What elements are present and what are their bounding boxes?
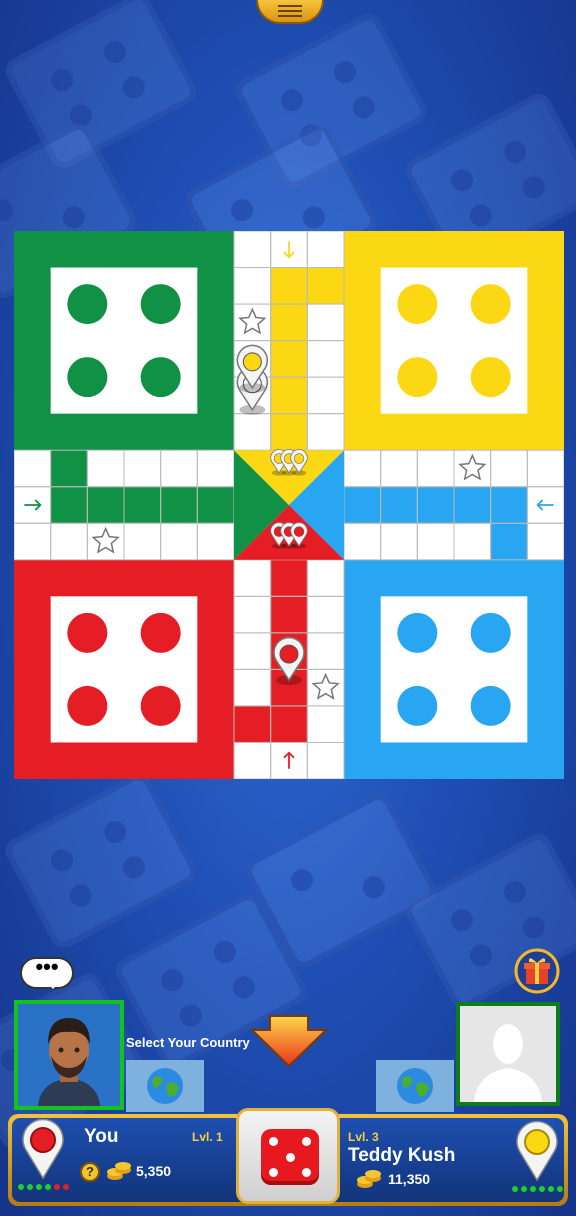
blue-home-piece[interactable]	[397, 685, 438, 726]
green-home-yard	[50, 267, 198, 414]
yellow-path-cell	[307, 267, 344, 305]
yellow-path-cell	[270, 304, 308, 341]
life-dot	[45, 1184, 51, 1190]
yellow-path-cell	[270, 267, 308, 305]
life-dot	[530, 1186, 536, 1192]
blue-path-cell	[417, 486, 454, 524]
left-player-coins: 5,350	[136, 1163, 172, 1179]
life-dot	[18, 1184, 24, 1190]
right-player-level: Lvl. 3	[348, 1130, 379, 1144]
left-player-level: Lvl. 1	[192, 1130, 223, 1144]
dice-icon	[261, 1129, 319, 1185]
blue-home-piece[interactable]	[470, 612, 511, 653]
yellow-path-cell	[270, 377, 308, 414]
green-path-cell	[50, 486, 88, 524]
yellow-home-piece[interactable]	[397, 357, 438, 398]
help-icon-glyph: ?	[86, 1164, 94, 1179]
red-path-cell	[234, 705, 271, 743]
globe-icon	[397, 1068, 433, 1104]
red-path-cell	[270, 559, 308, 597]
blue-path-cell	[454, 486, 491, 524]
default-avatar-silhouette-icon	[460, 1006, 556, 1102]
red-home-piece[interactable]	[140, 612, 181, 653]
life-dot	[36, 1184, 42, 1190]
menu-icon-line	[278, 15, 302, 17]
green-path-cell	[50, 450, 88, 487]
chat-bubble-button[interactable]: •••	[20, 954, 74, 989]
right-player-avatar	[456, 1002, 560, 1106]
green-home-piece[interactable]	[140, 357, 181, 398]
help-icon[interactable]: ?	[80, 1162, 100, 1182]
roll-dice-button[interactable]	[236, 1108, 340, 1204]
blue-home-yard	[380, 596, 528, 743]
life-dot	[557, 1186, 563, 1192]
left-player-piece-icon	[22, 1118, 64, 1180]
blue-path-cell	[490, 486, 528, 524]
red-home-yard	[50, 596, 198, 743]
right-player-name: Teddy Kush	[348, 1145, 456, 1166]
yellow-finished-token[interactable]	[290, 449, 308, 476]
right-player-piece-icon	[516, 1120, 558, 1182]
ludo-board[interactable]	[14, 231, 564, 779]
life-dot	[539, 1186, 545, 1192]
red-path-cell	[270, 596, 308, 633]
chat-dots: •••	[35, 954, 59, 979]
life-dot	[63, 1184, 69, 1190]
life-dot	[548, 1186, 554, 1192]
red-home-piece[interactable]	[140, 685, 181, 726]
red-home-piece[interactable]	[67, 685, 108, 726]
yellow-path-cell	[270, 340, 308, 378]
left-player-lives	[18, 1184, 69, 1190]
yellow-path-cell	[270, 413, 308, 451]
green-path-cell	[160, 486, 198, 524]
gift-icon[interactable]	[514, 948, 560, 994]
left-player-name: You	[84, 1126, 119, 1147]
green-home-piece[interactable]	[67, 357, 108, 398]
menu-icon	[278, 5, 302, 7]
yellow-home-piece[interactable]	[397, 284, 438, 325]
blue-home-piece[interactable]	[397, 612, 438, 653]
menu-tab-button[interactable]	[256, 0, 324, 24]
right-player-lives	[512, 1186, 563, 1192]
life-dot	[27, 1184, 33, 1190]
blue-home-piece[interactable]	[470, 685, 511, 726]
green-path-cell	[197, 486, 234, 524]
turn-indicator-arrow-icon	[250, 1015, 328, 1068]
red-token[interactable]	[273, 636, 305, 686]
yellow-home-piece[interactable]	[470, 357, 511, 398]
green-path-cell	[124, 486, 161, 524]
coins-icon	[357, 1170, 381, 1188]
red-path-cell	[270, 705, 308, 743]
blue-path-cell	[344, 486, 381, 524]
right-country-flag-button[interactable]	[376, 1060, 454, 1112]
yellow-home-yard	[380, 267, 528, 414]
right-player-coins: 11,350	[388, 1171, 431, 1187]
yellow-token[interactable]	[236, 344, 269, 393]
life-dot	[521, 1186, 527, 1192]
life-dot	[512, 1186, 518, 1192]
blue-path-cell	[380, 486, 418, 524]
green-home-piece[interactable]	[67, 284, 108, 325]
player-avatar-image	[18, 1004, 120, 1106]
left-country-flag-button[interactable]	[126, 1060, 204, 1112]
yellow-home-piece[interactable]	[470, 284, 511, 325]
globe-icon	[147, 1068, 183, 1104]
left-player-avatar	[14, 1000, 124, 1110]
coins-icon	[107, 1162, 131, 1180]
blue-path-cell	[490, 523, 528, 560]
life-dot	[54, 1184, 60, 1190]
select-country-label: Select Your Country	[126, 1035, 250, 1050]
red-finished-token[interactable]	[290, 522, 308, 549]
green-path-cell	[87, 486, 124, 524]
menu-icon-line	[278, 10, 302, 12]
green-home-piece[interactable]	[140, 284, 181, 325]
red-home-piece[interactable]	[67, 612, 108, 653]
